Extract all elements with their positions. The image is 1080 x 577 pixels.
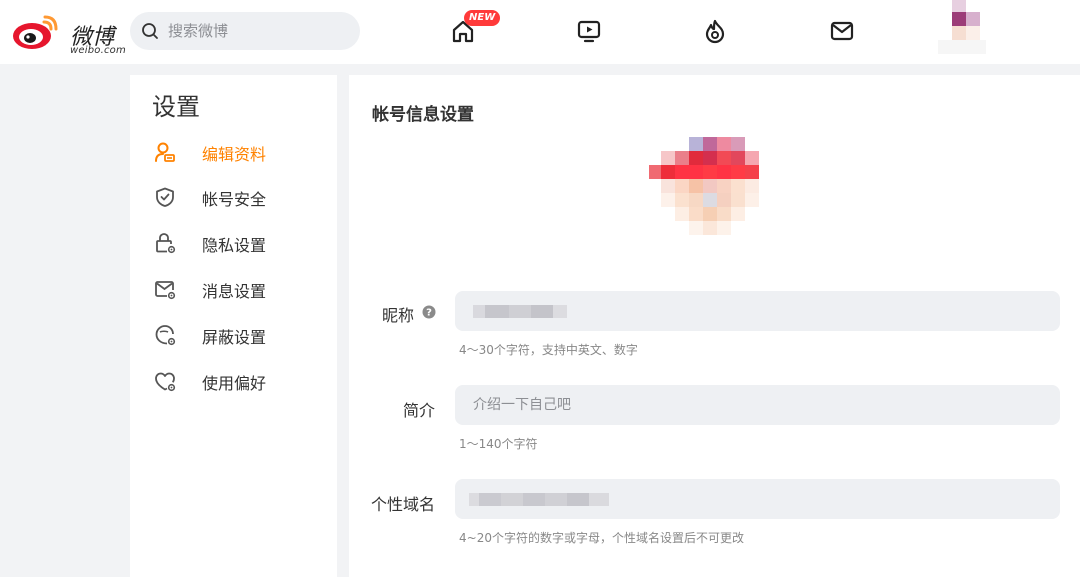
- svg-text:?: ?: [426, 308, 432, 319]
- mail-gear-icon: [155, 281, 176, 300]
- heart-gear-icon: [155, 372, 176, 392]
- nickname-hint: 4～30个字符，支持中英文、数字: [459, 343, 638, 357]
- lock-gear-icon: [156, 233, 176, 254]
- sidebar-item-edit-profile[interactable]: 编辑资料: [154, 137, 324, 167]
- bio-hint: 1～140个字符: [459, 437, 538, 451]
- video-play-icon: [577, 20, 601, 43]
- sidebar-item-account-security[interactable]: 帐号安全: [154, 182, 324, 212]
- sidebar-item-privacy[interactable]: 隐私设置: [154, 228, 324, 258]
- sidebar-item-label: 屏蔽设置: [202, 328, 267, 347]
- nav-video-button[interactable]: [568, 12, 608, 52]
- logo-subtext: weibo.com: [70, 45, 126, 56]
- profile-avatar[interactable]: [647, 135, 775, 263]
- sidebar-item-message-settings[interactable]: 消息设置: [154, 274, 324, 304]
- block-gear-icon: [155, 325, 176, 346]
- search-box[interactable]: [130, 12, 360, 50]
- bio-input[interactable]: [455, 385, 1060, 425]
- top-navigation-bar: 微博 weibo.com NEW: [0, 0, 1080, 64]
- settings-sidebar: 设置 编辑资料 帐号安全 隐私设置 消息设置 屏蔽设置 使用偏好: [130, 75, 337, 577]
- domain-redacted: [469, 493, 609, 506]
- page-title: 帐号信息设置: [372, 105, 474, 125]
- nav-messages-button[interactable]: [821, 12, 861, 52]
- new-badge: NEW: [464, 10, 501, 26]
- sidebar-item-preferences[interactable]: 使用偏好: [154, 366, 324, 396]
- fire-icon: [705, 19, 725, 44]
- sidebar-item-label: 隐私设置: [202, 236, 267, 255]
- user-avatar[interactable]: [924, 0, 1000, 64]
- nav-hot-button[interactable]: [694, 12, 734, 52]
- sidebar-item-label: 消息设置: [202, 282, 267, 301]
- mail-icon: [830, 21, 854, 41]
- nickname-redacted: [473, 305, 567, 318]
- avatar-image: [938, 0, 986, 54]
- sidebar-item-label: 使用偏好: [202, 374, 267, 393]
- profile-avatar-image: [649, 137, 759, 235]
- account-settings-panel: 帐号信息设置 昵称 ? 4～30个字符，支持中英文、数字 简介 介绍一下自己吧 …: [349, 75, 1080, 577]
- search-icon: [142, 23, 158, 39]
- domain-hint: 4~20个字符的数字或字母，个性域名设置后不可更改: [459, 531, 744, 545]
- sidebar-item-block-settings[interactable]: 屏蔽设置: [154, 320, 324, 350]
- sidebar-item-label: 编辑资料: [202, 145, 267, 164]
- nav-home-button[interactable]: NEW: [442, 10, 501, 52]
- weibo-logo[interactable]: 微博 weibo.com: [12, 9, 126, 56]
- sidebar-item-label: 帐号安全: [202, 190, 267, 209]
- domain-label: 个性域名: [371, 495, 436, 514]
- settings-title: 设置: [152, 93, 200, 121]
- search-input[interactable]: [168, 12, 348, 50]
- nickname-label: 昵称: [382, 306, 415, 325]
- help-icon[interactable]: ?: [422, 305, 436, 319]
- bio-label: 简介: [403, 401, 436, 420]
- user-edit-icon: [155, 142, 175, 162]
- weibo-eye-icon: [13, 15, 58, 49]
- shield-icon: [156, 187, 174, 207]
